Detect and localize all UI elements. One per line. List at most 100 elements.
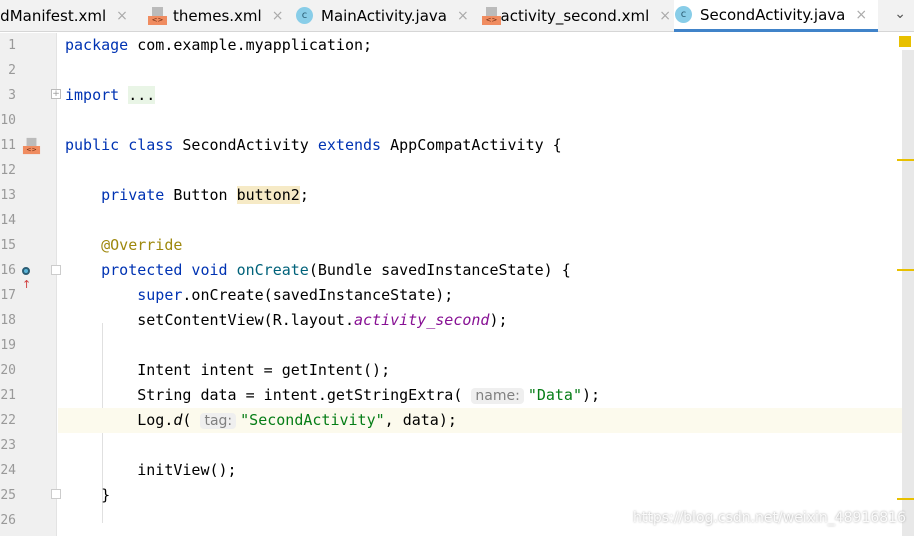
warning-marker[interactable]	[897, 498, 914, 500]
code-line[interactable]: protected void onCreate(Bundle savedInst…	[58, 258, 902, 283]
code-line[interactable]: setContentView(R.layout.activity_second)…	[58, 308, 902, 333]
line-number: 22	[0, 413, 16, 428]
code-text: }	[65, 483, 110, 508]
tab-mainactivity-java[interactable]: c MainActivity.java ×	[295, 0, 475, 31]
code-line[interactable]: Log.d( tag: "SecondActivity", data);	[58, 408, 902, 433]
line-number: 19	[0, 338, 16, 353]
chevron-down-icon[interactable]: ⌄	[894, 6, 906, 22]
xml-file-icon	[482, 6, 501, 25]
tab-secondactivity-java[interactable]: c SecondActivity.java ×	[674, 0, 878, 32]
watermark: https://blog.csdn.net/weixin_48916816	[632, 510, 906, 526]
parameter-hint: tag:	[200, 413, 237, 429]
code-token: , data);	[384, 411, 457, 429]
line-number: 3	[8, 88, 16, 103]
code-token: ;	[299, 186, 309, 204]
code-text: String data = intent.getStringExtra( nam…	[65, 383, 600, 409]
code-token: onCreate	[236, 261, 309, 279]
code-text: super.onCreate(savedInstanceState);	[65, 283, 453, 308]
code-token: );	[489, 311, 508, 329]
code-line[interactable]	[58, 333, 902, 358]
code-token: ...	[128, 86, 156, 104]
line-number: 14	[0, 213, 16, 228]
code-line[interactable]: package com.example.myapplication;	[58, 33, 902, 58]
code-editor[interactable]: package com.example.myapplication; import…	[58, 33, 902, 536]
line-number: 17	[0, 288, 16, 303]
code-text: import ...	[65, 83, 156, 108]
code-line[interactable]: String data = intent.getStringExtra( nam…	[58, 383, 902, 408]
code-line[interactable]	[58, 158, 902, 183]
code-line[interactable]: initView();	[58, 458, 902, 483]
tab-themes-xml[interactable]: themes.xml ×	[147, 0, 287, 31]
class-icon: c	[296, 7, 313, 24]
line-number: 12	[0, 163, 16, 178]
code-token: "SecondActivity"	[240, 411, 385, 429]
override-icon[interactable]: ↑	[22, 265, 36, 291]
line-number: 25	[0, 488, 16, 503]
code-token: package	[65, 36, 138, 54]
vertical-scrollbar[interactable]	[902, 50, 914, 536]
close-icon[interactable]: ×	[659, 8, 671, 24]
code-token: .onCreate(savedInstanceState);	[182, 286, 454, 304]
close-icon[interactable]: ×	[272, 8, 284, 24]
code-line[interactable]: super.onCreate(savedInstanceState);	[58, 283, 902, 308]
warning-indicator[interactable]	[899, 36, 911, 47]
tab-idmanifest-xml[interactable]: idManifest.xml ×	[0, 0, 136, 31]
line-number: 1	[8, 38, 16, 53]
parameter-hint: name:	[471, 388, 524, 404]
code-token: }	[65, 486, 111, 504]
line-number: 21	[0, 388, 16, 403]
code-token: Button	[173, 186, 237, 204]
editor-tab-bar: ⌄ idManifest.xml×themes.xml×cMainActivit…	[0, 0, 914, 32]
code-line[interactable]: private Button button2;	[58, 183, 902, 208]
code-token: import	[65, 86, 129, 104]
line-number: 23	[0, 438, 16, 453]
code-token: button2	[236, 186, 300, 204]
code-text: setContentView(R.layout.activity_second)…	[65, 308, 508, 333]
code-line[interactable]: Intent intent = getIntent();	[58, 358, 902, 383]
warning-marker[interactable]	[897, 269, 914, 271]
code-token: Intent intent = getIntent();	[65, 361, 391, 379]
tab-label: themes.xml	[173, 6, 262, 25]
code-line[interactable]	[58, 108, 902, 133]
code-text: Intent intent = getIntent();	[65, 358, 390, 383]
line-number: 15	[0, 238, 16, 253]
code-line[interactable]: import ...	[58, 83, 902, 108]
line-number: 18	[0, 313, 16, 328]
line-number: 2	[8, 63, 16, 78]
code-token: SecondActivity	[182, 136, 318, 154]
line-number: 26	[0, 513, 16, 528]
tab-activity-second-xml[interactable]: activity_second.xml ×	[481, 0, 671, 31]
code-line[interactable]	[58, 208, 902, 233]
code-line[interactable]: }	[58, 483, 902, 508]
code-line[interactable]	[58, 58, 902, 83]
code-line[interactable]	[58, 433, 902, 458]
code-text: public class SecondActivity extends AppC…	[65, 133, 562, 158]
code-token: (Bundle savedInstanceState) {	[308, 261, 571, 279]
close-icon[interactable]: ×	[457, 8, 469, 24]
code-line[interactable]: public class SecondActivity extends AppC…	[58, 133, 902, 158]
code-token: com.example.myapplication;	[137, 36, 373, 54]
line-number: 10	[0, 113, 16, 128]
code-line[interactable]: @Override	[58, 233, 902, 258]
close-icon[interactable]: ×	[116, 8, 128, 24]
class-icon: c	[675, 6, 692, 23]
tab-label: idManifest.xml	[0, 6, 107, 25]
xml-file-icon[interactable]	[22, 137, 41, 155]
code-text: private Button button2;	[65, 183, 309, 208]
code-token: @Override	[101, 236, 183, 254]
gutter: ↑ + 123101112131415161718192021222324252…	[0, 33, 61, 536]
xml-file-icon	[148, 6, 167, 25]
code-token: initView();	[65, 461, 237, 479]
line-number: 16	[0, 263, 16, 278]
warning-marker[interactable]	[897, 159, 914, 161]
code-text: initView();	[65, 458, 237, 483]
code-token: protected void	[101, 261, 237, 279]
code-text: Log.d( tag: "SecondActivity", data);	[65, 408, 457, 434]
close-icon[interactable]: ×	[855, 7, 867, 23]
line-number: 24	[0, 463, 16, 478]
line-number: 11	[0, 138, 16, 153]
